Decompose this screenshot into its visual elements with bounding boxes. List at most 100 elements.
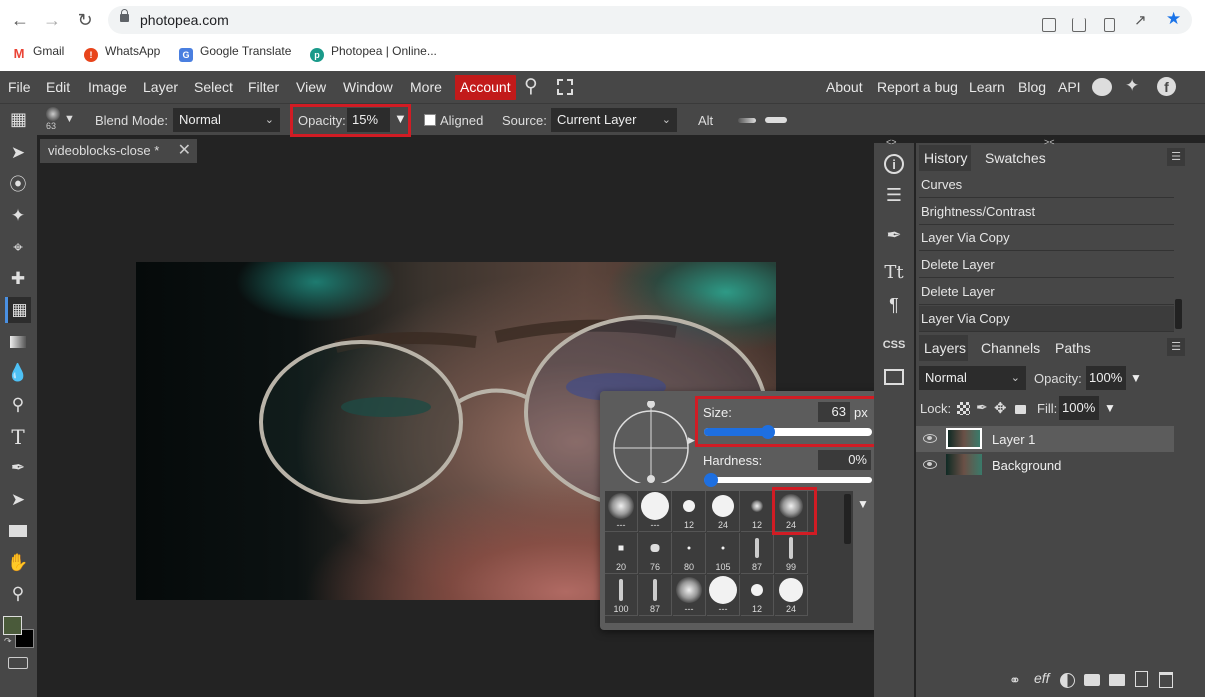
menu-more[interactable]: More xyxy=(410,79,442,95)
tab-swatches[interactable]: Swatches xyxy=(985,150,1046,166)
type-tool-icon[interactable]: T xyxy=(5,424,31,450)
document-tab[interactable]: videoblocks-close * ✕ xyxy=(40,139,197,163)
layer-name[interactable]: Background xyxy=(992,458,1061,473)
brush-preview-icon[interactable] xyxy=(46,107,60,121)
history-item[interactable]: Delete Layer xyxy=(919,279,1174,305)
rectangle-tool-icon[interactable] xyxy=(5,518,31,544)
history-item[interactable]: Layer Via Copy xyxy=(919,225,1174,251)
character-icon[interactable]: Tt xyxy=(880,259,908,287)
mask-icon[interactable] xyxy=(1084,674,1100,686)
brush-dropdown-icon[interactable]: ▼ xyxy=(64,113,75,125)
bookmark-whatsapp[interactable]: ! WhatsApp xyxy=(84,44,160,62)
facebook-icon[interactable]: f xyxy=(1157,77,1176,96)
tab-history[interactable]: History xyxy=(924,150,968,166)
close-icon[interactable]: ✕ xyxy=(178,139,191,163)
adjustment-layer-icon[interactable] xyxy=(1060,673,1075,688)
layers-menu-icon[interactable]: ☰ xyxy=(1167,338,1185,356)
presets-scrollbar[interactable] xyxy=(844,494,851,544)
twitter-icon[interactable]: ✦ xyxy=(1125,76,1139,96)
brush-preset[interactable]: 24 xyxy=(707,491,740,532)
keyboard-icon[interactable] xyxy=(8,657,28,669)
brush-preset[interactable]: --- xyxy=(639,491,672,532)
dodge-tool-icon[interactable]: ⚲ xyxy=(5,392,31,418)
paragraph-icon[interactable]: ¶ xyxy=(880,291,908,319)
hardness-slider[interactable] xyxy=(704,473,872,487)
source-select[interactable]: Current Layer ⌄ xyxy=(551,108,677,132)
lock-pixels-icon[interactable]: ✒ xyxy=(976,399,988,416)
expand-arrows-icon[interactable]: >< xyxy=(1044,137,1055,147)
size-input[interactable]: 63 xyxy=(818,402,850,422)
path-select-icon[interactable]: ➤ xyxy=(5,487,31,513)
brush-angle-preview[interactable] xyxy=(610,401,692,483)
pressure-opacity-icon[interactable] xyxy=(765,117,787,123)
history-menu-icon[interactable]: ☰ xyxy=(1167,148,1185,166)
brush-preset[interactable]: 99 xyxy=(775,533,808,574)
hand-tool-icon[interactable]: ✋ xyxy=(5,550,31,576)
account-button[interactable]: Account xyxy=(455,75,516,100)
brush-preset[interactable]: 12 xyxy=(741,491,774,532)
fullscreen-icon[interactable] xyxy=(557,79,573,95)
layer-row[interactable]: Layer 1 xyxy=(916,426,1174,452)
bookmark-star-icon[interactable]: ★ xyxy=(1166,9,1181,29)
brush-preset[interactable]: 12 xyxy=(741,575,774,616)
blend-mode-select[interactable]: Normal ⌄ xyxy=(173,108,280,132)
trash-icon[interactable] xyxy=(1159,672,1173,688)
brush-preset[interactable]: --- xyxy=(707,575,740,616)
history-item[interactable]: Delete Layer xyxy=(919,252,1174,278)
collapse-arrows-icon[interactable]: <> xyxy=(886,137,897,147)
brush-preset[interactable]: 24 xyxy=(775,575,808,616)
screenshot-icon[interactable] xyxy=(1042,18,1056,32)
image-icon[interactable] xyxy=(880,363,908,391)
menu-layer[interactable]: Layer xyxy=(143,79,178,95)
brush-preset[interactable]: 105 xyxy=(707,533,740,574)
forward-arrow-icon[interactable]: → xyxy=(42,10,62,30)
bookmark-google-translate[interactable]: G Google Translate xyxy=(179,44,291,62)
fill-dropdown-icon[interactable]: ▼ xyxy=(1104,401,1116,415)
new-layer-icon[interactable] xyxy=(1135,671,1148,687)
brush-panel-icon[interactable]: ✒ xyxy=(880,221,908,249)
css-icon[interactable]: CSS xyxy=(880,331,908,359)
brush-preset[interactable]: 87 xyxy=(741,533,774,574)
pressure-size-icon[interactable] xyxy=(738,118,756,123)
link-blog[interactable]: Blog xyxy=(1018,79,1046,95)
menu-file[interactable]: File xyxy=(8,79,31,95)
menu-select[interactable]: Select xyxy=(194,79,233,95)
menu-filter[interactable]: Filter xyxy=(248,79,279,95)
history-item[interactable]: Curves xyxy=(919,172,1174,198)
tab-paths[interactable]: Paths xyxy=(1055,340,1091,356)
opacity-dropdown-icon[interactable]: ▼ xyxy=(394,111,407,126)
bookmark-gmail[interactable]: M Gmail xyxy=(12,44,65,61)
lock-all-icon[interactable] xyxy=(1015,405,1026,414)
link-about[interactable]: About xyxy=(826,79,863,95)
eye-icon[interactable] xyxy=(923,460,937,469)
aligned-checkbox[interactable] xyxy=(424,114,436,126)
layer-name[interactable]: Layer 1 xyxy=(992,432,1035,447)
brush-preset[interactable]: 12 xyxy=(673,491,706,532)
tab-layers[interactable]: Layers xyxy=(924,340,966,356)
brush-preset[interactable]: 20 xyxy=(605,533,638,574)
fill-input[interactable]: 100% xyxy=(1059,396,1099,420)
menu-image[interactable]: Image xyxy=(88,79,127,95)
layer-opacity-input[interactable]: 100% xyxy=(1086,366,1126,390)
hardness-input[interactable]: 0% xyxy=(818,450,871,470)
brush-preset[interactable]: 80 xyxy=(673,533,706,574)
tab-channels[interactable]: Channels xyxy=(981,340,1040,356)
brush-preset[interactable]: --- xyxy=(673,575,706,616)
brush-preset[interactable]: 76 xyxy=(639,533,672,574)
menu-window[interactable]: Window xyxy=(343,79,393,95)
crop-tool-icon[interactable]: ⌖ xyxy=(5,235,31,261)
info-icon[interactable]: i xyxy=(880,149,908,177)
menu-edit[interactable]: Edit xyxy=(46,79,70,95)
eye-icon[interactable] xyxy=(923,434,937,443)
foreground-color-swatch[interactable] xyxy=(3,616,22,635)
history-item[interactable]: Brightness/Contrast xyxy=(919,199,1174,225)
brush-preset[interactable]: 100 xyxy=(605,575,638,616)
bookmark-photopea[interactable]: p Photopea | Online... xyxy=(310,44,437,62)
gradient-tool-icon[interactable] xyxy=(5,329,31,355)
brush-preset[interactable]: --- xyxy=(605,491,638,532)
link-api[interactable]: API xyxy=(1058,79,1081,95)
lock-transparency-icon[interactable] xyxy=(957,402,970,415)
layer-row[interactable]: Background xyxy=(916,452,1174,478)
lasso-tool-icon[interactable]: ⦿ xyxy=(5,172,31,198)
layer-opacity-dropdown-icon[interactable]: ▼ xyxy=(1130,371,1142,385)
